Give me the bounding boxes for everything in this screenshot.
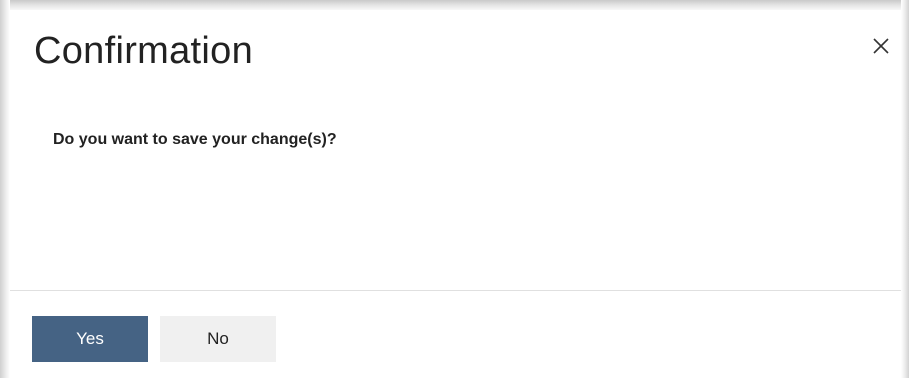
dialog-message: Do you want to save your change(s)? (53, 131, 337, 148)
close-icon (873, 38, 889, 54)
dialog-title: Confirmation (34, 30, 254, 72)
close-button[interactable] (871, 36, 897, 62)
no-button[interactable]: No (160, 316, 276, 362)
dialog-window: Confirmation Do you want to save your ch… (0, 0, 909, 378)
confirmation-dialog: Confirmation Do you want to save your ch… (10, 10, 901, 378)
dialog-shadow-right (901, 0, 909, 378)
dialog-shadow-left (0, 0, 10, 378)
yes-button[interactable]: Yes (32, 316, 148, 362)
footer-divider (10, 290, 901, 291)
